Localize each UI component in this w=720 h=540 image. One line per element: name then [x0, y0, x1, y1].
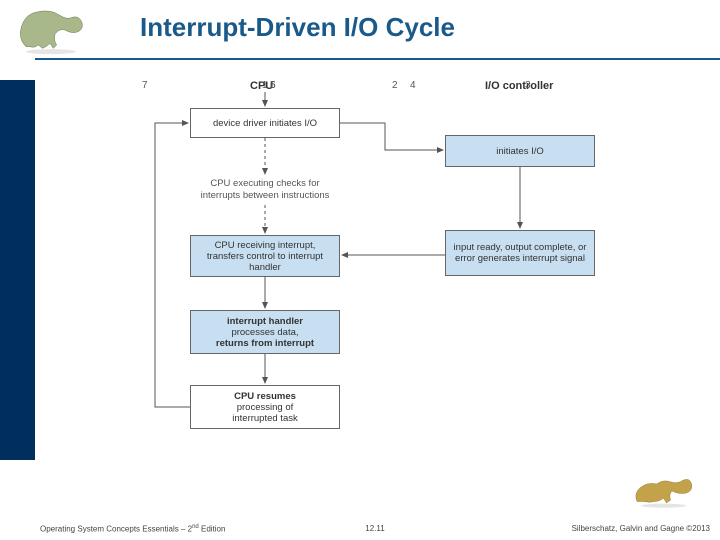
footer: Operating System Concepts Essentials – 2…: [40, 524, 710, 534]
header: Interrupt-Driven I/O Cycle: [0, 0, 720, 60]
box-interrupt-handler: interrupt handler processes data, return…: [190, 310, 340, 354]
box-text: input ready, output complete, or error g…: [450, 242, 590, 264]
box-text: device driver initiates I/O: [195, 118, 335, 129]
mid-line1: CPU executing checks for: [210, 178, 319, 189]
box-text-bold: CPU resumes: [195, 391, 335, 402]
box-cpu-resumes: CPU resumes processing of interrupted ta…: [190, 385, 340, 429]
left-accent-bar: [0, 80, 35, 460]
footer-right: Silberschatz, Galvin and Gagne ©2013: [572, 524, 710, 534]
step-2-label: 2: [392, 80, 398, 91]
footer-left-a: Operating System Concepts Essentials – 2: [40, 525, 192, 534]
box-text: initiates I/O: [450, 146, 590, 157]
box-text: processes data,: [195, 327, 335, 338]
dinosaur-top-left-icon: [10, 5, 100, 55]
box-text: processing of: [195, 402, 335, 413]
box-text: CPU receiving interrupt, transfers contr…: [195, 240, 335, 273]
step-1-label: 1: [262, 80, 268, 91]
mid-line2: interrupts between instructions: [201, 190, 330, 201]
box-device-driver: device driver initiates I/O: [190, 108, 340, 138]
footer-left: Operating System Concepts Essentials – 2…: [40, 524, 225, 534]
dinosaur-bottom-right-icon: [630, 465, 700, 510]
box-cpu-interrupt: CPU receiving interrupt, transfers contr…: [190, 235, 340, 277]
footer-left-b: Edition: [199, 525, 226, 534]
step-7-label: 7: [142, 80, 148, 91]
step-6-label: 6: [270, 80, 276, 91]
step-3-label: 3: [525, 80, 531, 91]
footer-center: 12.11: [365, 524, 384, 533]
footer-sup: nd: [192, 524, 199, 530]
column-header-io: I/O controller: [485, 80, 553, 92]
box-text-bold: returns from interrupt: [195, 338, 335, 349]
step-4-label: 4: [410, 80, 416, 91]
header-rule: [35, 58, 720, 60]
diagram: CPU I/O controller 1 2 3 4 5 6 7 device …: [130, 80, 640, 480]
box-input-ready: input ready, output complete, or error g…: [445, 230, 595, 276]
mid-text: CPU executing checks for interrupts betw…: [190, 178, 340, 202]
box-text: interrupted task: [195, 413, 335, 424]
box-initiates-io: initiates I/O: [445, 135, 595, 167]
box-text-bold: interrupt handler: [195, 316, 335, 327]
page-title: Interrupt-Driven I/O Cycle: [140, 12, 455, 43]
